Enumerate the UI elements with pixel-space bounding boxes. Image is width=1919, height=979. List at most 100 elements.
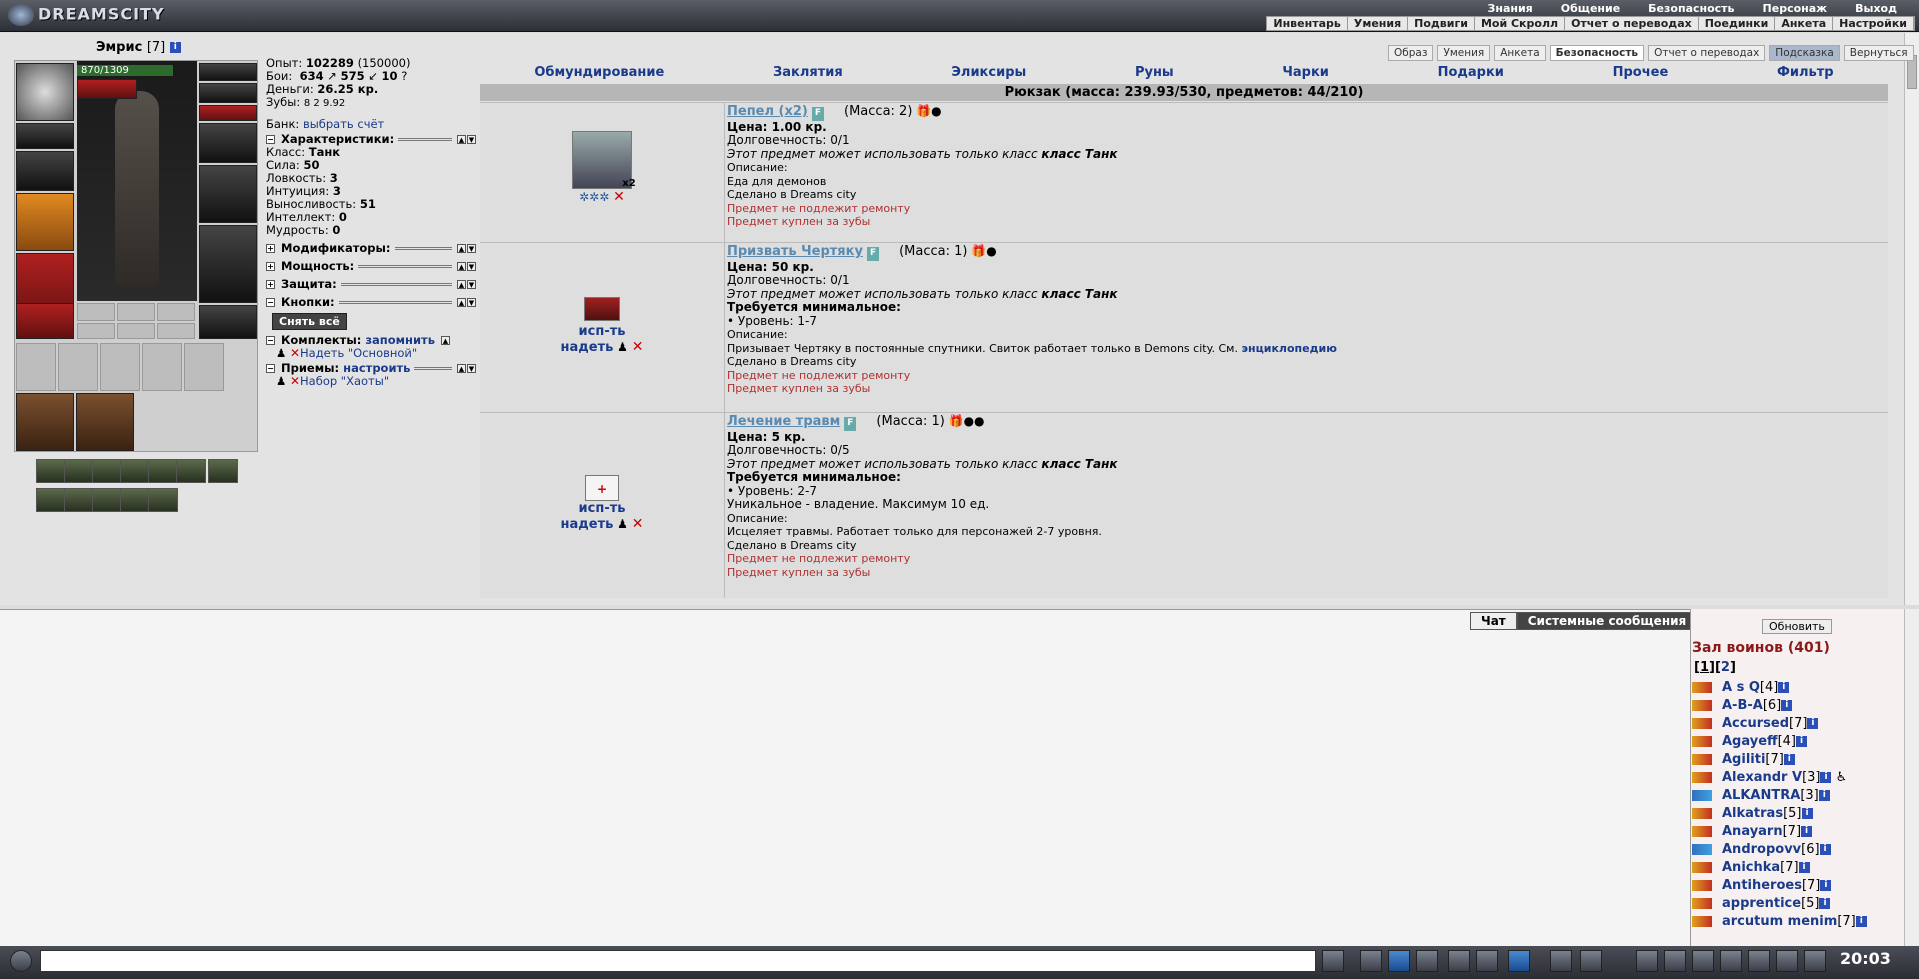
effect-icon[interactable] [64,488,94,512]
cat-gifts[interactable]: Подарки [1438,65,1504,80]
arrow-up-icon[interactable]: ▲ [457,262,466,271]
arrow-up-icon[interactable]: ▲ [457,298,466,307]
collapse-icon[interactable]: − [266,364,275,373]
collapse-icon[interactable]: − [266,298,275,307]
tab-profile[interactable]: Анкета [1494,45,1546,61]
necklace-slot[interactable] [199,83,257,103]
clear-icon[interactable] [1360,950,1382,972]
arrow-up-icon[interactable]: ▲ [457,244,466,253]
tab-back[interactable]: Вернуться [1843,45,1914,61]
menu-security[interactable]: Безопасность [1634,2,1748,15]
cat-filter[interactable]: Фильтр [1777,65,1834,80]
user-row[interactable]: Agiliti[7] i [1692,752,1795,767]
user-row[interactable]: A s Q[4] i [1692,680,1790,695]
pocket-slot-4[interactable] [142,343,182,391]
cat-charms[interactable]: Чарки [1282,65,1329,80]
arrow-up-icon[interactable]: ▲ [457,135,466,144]
refresh-button[interactable]: Обновить [1762,619,1832,634]
inventory-scrollbar[interactable] [1904,33,1919,605]
item-heal-image[interactable]: + [585,475,619,501]
pocket-slot-2[interactable] [58,343,98,391]
shield-slot[interactable] [199,165,257,223]
effect-icon[interactable] [120,488,150,512]
legs-slot[interactable] [199,225,257,303]
menu-communication[interactable]: Общение [1547,2,1634,15]
info-icon[interactable]: i [1819,844,1831,855]
action-icon-3[interactable] [1692,950,1714,972]
submenu-feats[interactable]: Подвиги [1408,17,1475,30]
effect-icon[interactable] [92,459,122,483]
helmet-slot[interactable] [16,63,74,121]
submenu-myscroll[interactable]: Мой Скролл [1475,17,1566,30]
bag-slot-1[interactable] [16,393,74,451]
submenu-duels[interactable]: Поединки [1699,17,1776,30]
tab-image[interactable]: Образ [1388,45,1434,61]
action-icon-2[interactable] [1664,950,1686,972]
earring-slot[interactable] [199,63,257,81]
gloves-slot[interactable] [199,123,257,163]
effect-icon[interactable] [120,459,150,483]
arrow-down-icon[interactable]: ▼ [467,135,476,144]
arrow-down-icon[interactable]: ▼ [467,262,476,271]
cat-elixirs[interactable]: Эликсиры [951,65,1026,80]
slot-b2[interactable] [117,303,155,321]
action-icon-5[interactable] [1748,950,1770,972]
effect-icon[interactable] [148,488,178,512]
use-link[interactable]: исп-ть [579,501,626,516]
item-summon-image[interactable] [584,297,620,321]
boots-slot[interactable] [199,305,257,339]
chat-input[interactable] [40,950,1316,972]
pocket-slot-3[interactable] [100,343,140,391]
wear-link[interactable]: надеть [561,340,614,355]
rings-slot[interactable] [199,105,257,121]
effect-icon[interactable] [64,459,94,483]
cat-equipment[interactable]: Обмундирование [534,65,664,80]
info-icon[interactable]: i [1855,916,1867,927]
info-icon[interactable]: i [1781,700,1793,711]
smile-icon[interactable] [1550,950,1572,972]
page-1-link[interactable]: 1 [1700,660,1709,675]
exit-icon[interactable] [1804,950,1826,972]
send-icon[interactable] [1322,950,1344,972]
cat-other[interactable]: Прочее [1613,65,1669,80]
wear-set-link[interactable]: Надеть "Основной" [300,346,417,360]
expand-icon[interactable]: + [266,280,275,289]
arrow-up-icon[interactable]: ▲ [441,336,450,345]
effect-icon[interactable] [207,459,238,483]
info-icon[interactable]: i [1783,754,1795,765]
tab-skills[interactable]: Умения [1437,45,1491,61]
action-icon-4[interactable] [1720,950,1742,972]
slot-b3[interactable] [157,303,195,321]
effect-icon[interactable] [36,459,66,483]
tab-hint[interactable]: Подсказка [1769,45,1840,61]
info-icon[interactable]: i [1820,880,1832,891]
submenu-transfers[interactable]: Отчет о переводах [1565,17,1699,30]
bracers-slot[interactable] [16,151,74,191]
slot-left-1[interactable] [16,123,74,149]
info-icon[interactable]: i [1801,808,1813,819]
chat-area[interactable] [0,609,1690,946]
bag-slot-2[interactable] [76,393,134,451]
section-buttons[interactable]: − Кнопки: ▲ ▼ [266,296,476,309]
submenu-settings[interactable]: Настройки [1833,17,1914,30]
slot-b6[interactable] [157,323,195,339]
effect-icon[interactable] [36,488,66,512]
item-name[interactable]: Пепел (x2) [727,104,808,119]
section-modifiers[interactable]: + Модификаторы: ▲ ▼ [266,242,476,255]
tab-security[interactable]: Безопасность [1549,45,1645,61]
effect-icon[interactable] [148,459,178,483]
user-row[interactable]: arcutum menim[7] i [1692,914,1867,929]
sound-icon[interactable] [1508,950,1530,972]
menu-exit[interactable]: Выход [1841,2,1911,15]
info-icon[interactable]: i [1798,862,1810,873]
filter-icon[interactable] [1388,950,1410,972]
page-2-link[interactable]: 2 [1721,660,1730,675]
weapon-slot[interactable] [16,193,74,251]
delete-trick-icon[interactable]: ✕ [290,374,300,388]
wear-link[interactable]: надеть [561,517,614,532]
delete-icon[interactable]: ✕ [613,189,625,205]
section-power[interactable]: + Мощность: ▲ ▼ [266,260,476,273]
save-log-icon[interactable] [1416,950,1438,972]
user-row[interactable]: Anichka[7] i [1692,860,1810,875]
action-icon-1[interactable] [1636,950,1658,972]
